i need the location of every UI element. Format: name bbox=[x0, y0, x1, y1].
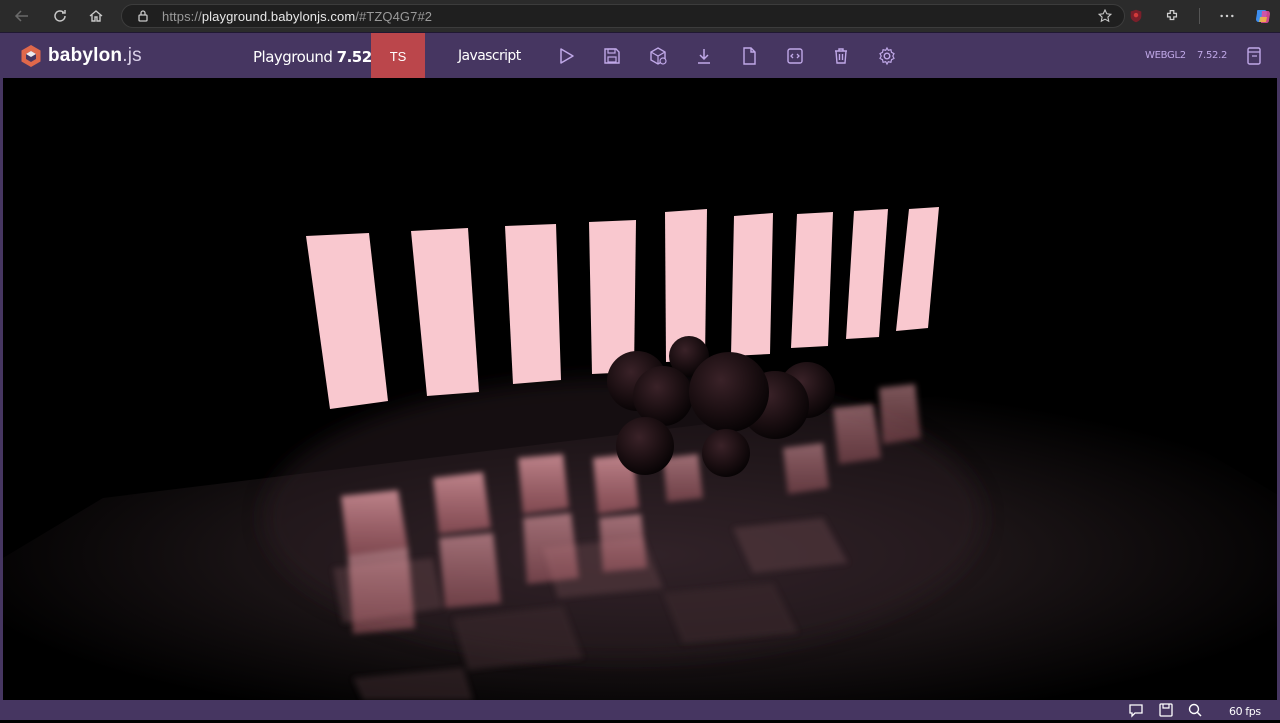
light-panel bbox=[589, 220, 636, 374]
light-panel bbox=[306, 233, 388, 409]
delete-icon[interactable] bbox=[831, 46, 851, 66]
extension-badge-icon[interactable] bbox=[1127, 7, 1145, 25]
light-panel bbox=[731, 213, 773, 356]
back-icon[interactable] bbox=[4, 0, 40, 32]
reload-icon[interactable] bbox=[42, 0, 78, 32]
browser-toolbar: https://playground.babylonjs.com/#TZQ4G7… bbox=[0, 0, 1280, 32]
home-icon[interactable] bbox=[78, 0, 114, 32]
address-bar[interactable]: https://playground.babylonjs.com/#TZQ4G7… bbox=[121, 4, 1125, 28]
lock-icon bbox=[138, 10, 148, 22]
engine-label[interactable]: WEBGL2 bbox=[1145, 50, 1186, 61]
inspector-icon[interactable] bbox=[648, 46, 668, 66]
search-icon[interactable] bbox=[1187, 702, 1203, 718]
version-label[interactable]: 7.52.2 bbox=[1197, 50, 1227, 61]
sphere bbox=[702, 429, 750, 477]
favorite-star-icon[interactable] bbox=[1098, 9, 1112, 23]
copilot-icon[interactable] bbox=[1254, 7, 1272, 25]
tab-typescript-label: TS bbox=[389, 48, 407, 64]
url-text: https://playground.babylonjs.com/#TZQ4G7… bbox=[162, 8, 433, 24]
playground-title: Playground 7.52.2 bbox=[253, 48, 387, 66]
play-icon[interactable] bbox=[556, 46, 576, 66]
light-panel bbox=[411, 228, 479, 396]
playground-footer: 60 fps bbox=[0, 700, 1280, 720]
sphere bbox=[616, 417, 674, 475]
save-small-icon[interactable] bbox=[1158, 702, 1174, 718]
sphere bbox=[689, 352, 769, 432]
playground-header: babylon.js Playground 7.52.2 TS Javascri… bbox=[0, 32, 1280, 79]
scene-render bbox=[3, 207, 1277, 700]
light-panel bbox=[505, 224, 561, 384]
tab-typescript[interactable]: TS bbox=[371, 33, 425, 79]
settings-icon[interactable] bbox=[877, 46, 897, 66]
toolbar-divider bbox=[1199, 8, 1200, 24]
new-file-icon[interactable] bbox=[739, 46, 759, 66]
light-panel bbox=[896, 207, 939, 331]
comment-icon[interactable] bbox=[1128, 702, 1144, 718]
save-icon[interactable] bbox=[602, 46, 622, 66]
sphere bbox=[633, 366, 693, 426]
render-canvas[interactable] bbox=[0, 78, 1280, 700]
light-panel bbox=[846, 209, 888, 339]
code-format-icon[interactable] bbox=[785, 46, 805, 66]
fps-counter: 60 fps bbox=[1229, 705, 1261, 718]
babylon-logo-icon bbox=[21, 45, 41, 67]
tab-javascript[interactable]: Javascript bbox=[458, 48, 521, 64]
examples-icon[interactable] bbox=[1244, 46, 1264, 66]
logo-text: babylon.js bbox=[48, 45, 142, 66]
extensions-icon[interactable] bbox=[1163, 7, 1181, 25]
download-icon[interactable] bbox=[694, 46, 714, 66]
babylon-logo[interactable]: babylon.js bbox=[20, 44, 142, 68]
more-options-icon[interactable] bbox=[1218, 7, 1236, 25]
light-panel bbox=[791, 212, 833, 348]
